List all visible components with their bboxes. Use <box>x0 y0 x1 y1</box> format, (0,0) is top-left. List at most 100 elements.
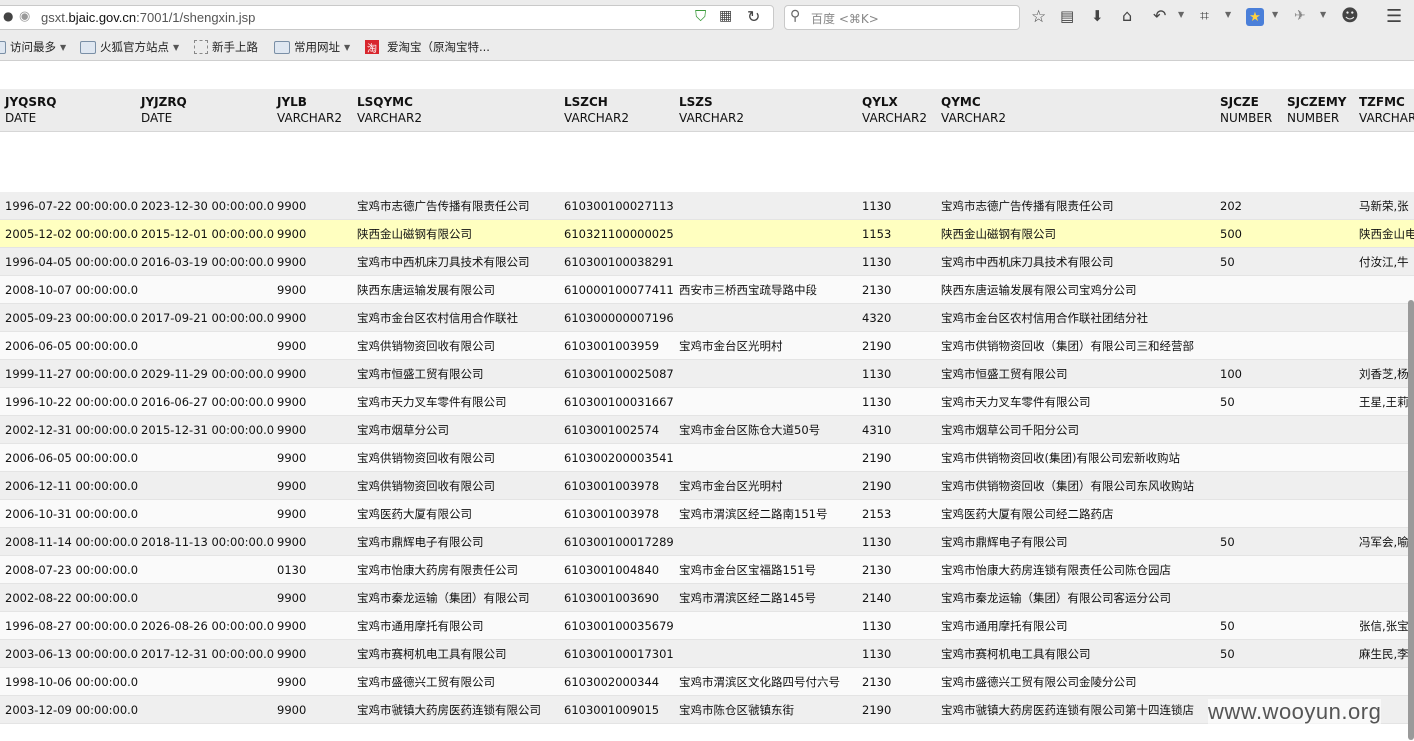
table-row[interactable]: 1996-08-27 00:00:00.0 2026-08-26 00:00:00… <box>0 612 1414 640</box>
cell-jylb: 9900 <box>277 647 307 661</box>
cell-qymc: 宝鸡医药大厦有限公司经二路药店 <box>941 507 1114 521</box>
cell-tzfmc: 马新荣,张 <box>1359 199 1409 213</box>
cell-qymc: 宝鸡市秦龙运输（集团）有限公司客运分公司 <box>941 591 1171 605</box>
table-row[interactable]: 2008-07-23 00:00:00.0 0130 宝鸡市怡康大药房有限责任公司 6… <box>0 556 1414 584</box>
scrollbar-thumb[interactable] <box>1408 300 1414 740</box>
cell-lszch: 610300200003541 <box>564 451 674 465</box>
chevron-down-icon[interactable]: ▼ <box>1178 11 1184 19</box>
cell-qylx: 2130 <box>862 563 892 577</box>
cell-lszs: 西安市三桥西宝疏导路中段 <box>679 283 817 297</box>
cell-lsqymc: 宝鸡市通用摩托有限公司 <box>357 619 484 633</box>
cell-qylx: 1130 <box>862 395 892 409</box>
cell-lsqymc: 陕西金山磁钢有限公司 <box>357 227 472 241</box>
column-type: VARCHAR2 <box>1359 111 1414 125</box>
table-row[interactable]: 1999-11-27 00:00:00.0 2029-11-29 00:00:00… <box>0 360 1414 388</box>
column-header-lszch[interactable]: LSZCH VARCHAR2 <box>564 94 629 126</box>
table-row[interactable]: 2006-10-31 00:00:00.0 9900 宝鸡医药大厦有限公司 61030… <box>0 500 1414 528</box>
column-name: JYQSRQ <box>5 95 57 109</box>
cell-lsqymc: 宝鸡市怡康大药房有限责任公司 <box>357 563 518 577</box>
chevron-down-icon: ▼ <box>344 42 351 52</box>
table-row[interactable]: 2005-09-23 00:00:00.0 2017-09-21 00:00:00… <box>0 304 1414 332</box>
cell-jyjzrq: 2017-12-31 00:00:00.0 <box>141 647 275 661</box>
crop-icon[interactable]: ⌗ <box>1200 8 1209 24</box>
bookmark-most-visited[interactable]: 访问最多 ▼ <box>0 39 66 55</box>
table-row[interactable]: 2006-06-05 00:00:00.0 9900 宝鸡供销物资回收有限公司 610… <box>0 444 1414 472</box>
back-icon[interactable]: ● <box>3 10 13 22</box>
cell-sjcze: 50 <box>1220 255 1235 269</box>
table-row[interactable]: 2005-12-02 00:00:00.0 2015-12-01 00:00:00… <box>0 220 1414 248</box>
cell-qymc: 宝鸡市金台区农村信用合作联社团结分社 <box>941 311 1148 325</box>
cell-jylb: 9900 <box>277 199 307 213</box>
cell-lszs: 宝鸡市金台区陈仓大道50号 <box>679 423 821 437</box>
qr-code-icon[interactable]: ▦ <box>719 9 732 23</box>
table-row[interactable]: 1996-10-22 00:00:00.0 2016-06-27 00:00:00… <box>0 388 1414 416</box>
table-row[interactable]: 1996-07-22 00:00:00.0 2023-12-30 00:00:00… <box>0 192 1414 220</box>
table-row[interactable]: 2008-11-14 00:00:00.0 2018-11-13 00:00:00… <box>0 528 1414 556</box>
watermark: www.wooyun.org <box>1208 699 1382 725</box>
site-info-icon[interactable]: ◉ <box>19 10 30 23</box>
cell-qylx: 1130 <box>862 619 892 633</box>
cell-tzfmc: 付汝江,牛 <box>1359 255 1409 269</box>
bookmark-getting-started[interactable]: 新手上路 <box>194 39 258 55</box>
download-icon[interactable]: ⬇ <box>1091 9 1104 24</box>
table-row[interactable]: 1998-10-06 00:00:00.0 9900 宝鸡市盛德兴工贸有限公司 610… <box>0 668 1414 696</box>
folder-icon <box>274 40 290 54</box>
reload-icon[interactable]: ↻ <box>747 9 760 25</box>
column-header-jylb[interactable]: JYLB VARCHAR2 <box>277 94 342 126</box>
cell-lszch: 610300100031667 <box>564 395 674 409</box>
cell-jylb: 9900 <box>277 703 307 717</box>
cell-lsqymc: 宝鸡市金台区农村信用合作联社 <box>357 311 518 325</box>
column-header-qymc[interactable]: QYMC VARCHAR2 <box>941 94 1006 126</box>
cell-jyjzrq: 2016-03-19 00:00:00.0 <box>141 255 275 269</box>
column-header-tzfmc[interactable]: TZFMC VARCHAR2 <box>1359 94 1414 126</box>
column-header-jyjzrq[interactable]: JYJZRQ DATE <box>141 94 187 126</box>
column-header-lsqymc[interactable]: LSQYMC VARCHAR2 <box>357 94 422 126</box>
reading-list-icon[interactable]: ▤ <box>1060 9 1074 24</box>
cell-lszs: 宝鸡市渭滨区经二路南151号 <box>679 507 828 521</box>
chevron-down-icon[interactable]: ▼ <box>1272 11 1278 19</box>
column-type: NUMBER <box>1220 111 1273 125</box>
cell-qylx: 2130 <box>862 675 892 689</box>
column-header-sjcze[interactable]: SJCZE NUMBER <box>1220 94 1272 126</box>
home-icon[interactable]: ⌂ <box>1122 8 1132 24</box>
cell-lszch: 610300100017289 <box>564 535 674 549</box>
menu-icon[interactable]: ☰ <box>1386 8 1402 26</box>
table-row[interactable]: 2002-08-22 00:00:00.0 9900 宝鸡市秦龙运输（集团）有限公司… <box>0 584 1414 612</box>
cell-lszs: 宝鸡市金台区光明村 <box>679 339 783 353</box>
column-type: VARCHAR2 <box>862 111 927 125</box>
undo-icon[interactable]: ↶ <box>1153 8 1166 24</box>
cell-jyqsrq: 2008-07-23 00:00:00.0 <box>5 563 139 577</box>
chevron-down-icon[interactable]: ▼ <box>1225 11 1231 19</box>
cell-jylb: 9900 <box>277 367 307 381</box>
column-header-lszs[interactable]: LSZS VARCHAR2 <box>679 94 744 126</box>
bookmark-aitaobao[interactable]: 淘 爱淘宝（原淘宝特... <box>365 39 490 55</box>
cell-qymc: 宝鸡市烟草公司千阳分公司 <box>941 423 1079 437</box>
page-icon <box>194 40 208 54</box>
table-row[interactable]: 2003-06-13 00:00:00.0 2017-12-31 00:00:00… <box>0 640 1414 668</box>
cell-jylb: 9900 <box>277 591 307 605</box>
column-header-jyqsrq[interactable]: JYQSRQ DATE <box>5 94 56 126</box>
bookmark-star-icon[interactable]: ☆ <box>1031 9 1046 26</box>
shield-icon[interactable]: ⛉ <box>695 9 706 24</box>
cell-jyjzrq: 2017-09-21 00:00:00.0 <box>141 311 275 325</box>
table-row[interactable]: 2002-12-31 00:00:00.0 2015-12-31 00:00:00… <box>0 416 1414 444</box>
extension-icon[interactable]: ✈ <box>1294 9 1306 23</box>
table-row[interactable]: 2008-10-07 00:00:00.0 9900 陕西东唐运输发展有限公司 610… <box>0 276 1414 304</box>
column-header-sjczemy[interactable]: SJCZEMY NUMBER <box>1287 94 1346 126</box>
column-header-qylx[interactable]: QYLX VARCHAR2 <box>862 94 927 126</box>
cell-qymc: 宝鸡市虢镇大药房医药连锁有限公司第十四连锁店 <box>941 703 1194 717</box>
table-row[interactable]: 2003-12-09 00:00:00.0 9900 宝鸡市虢镇大药房医药连锁有限公… <box>0 696 1414 724</box>
bookmark-common-sites[interactable]: 常用网址 ▼ <box>274 39 350 55</box>
smiley-icon[interactable]: ☻ <box>1341 8 1359 25</box>
cell-jyqsrq: 1996-08-27 00:00:00.0 <box>5 619 139 633</box>
table-row[interactable]: 2006-06-05 00:00:00.0 9900 宝鸡供销物资回收有限公司 610… <box>0 332 1414 360</box>
chevron-down-icon[interactable]: ▼ <box>1320 11 1326 19</box>
url-bar[interactable]: ● ◉ gsxt.bjaic.gov.cn:7001/1/shengxin.js… <box>0 5 774 30</box>
table-row[interactable]: 2006-12-11 00:00:00.0 9900 宝鸡供销物资回收有限公司 610… <box>0 472 1414 500</box>
folder-icon <box>0 40 6 54</box>
bookmark-firefox-site[interactable]: 火狐官方站点 ▼ <box>80 39 179 55</box>
cell-lsqymc: 宝鸡市烟草分公司 <box>357 423 449 437</box>
table-row[interactable]: 1996-04-05 00:00:00.0 2016-03-19 00:00:00… <box>0 248 1414 276</box>
search-bar[interactable]: ⚲ 百度 <⌘K> <box>784 5 1020 30</box>
favorites-icon[interactable]: ★ <box>1246 8 1264 26</box>
